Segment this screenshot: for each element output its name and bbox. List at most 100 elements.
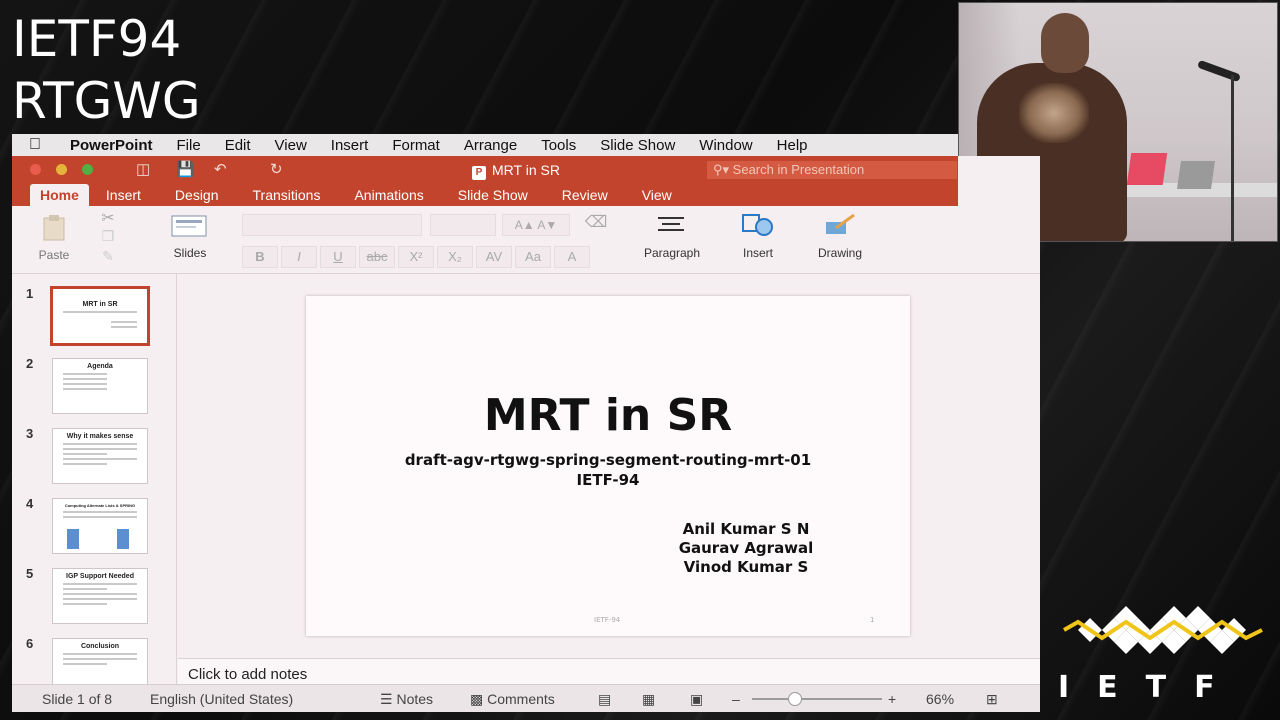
- tab-home[interactable]: Home: [30, 184, 89, 206]
- clear-formatting-icon[interactable]: ⌫: [580, 212, 612, 232]
- bold-button[interactable]: B: [242, 246, 278, 268]
- zoom-out-button[interactable]: –: [732, 691, 740, 707]
- slide-thumbnail[interactable]: 6 Conclusion: [12, 636, 176, 684]
- thumbnail-text-line: [63, 373, 107, 375]
- notes-icon: ☰: [380, 691, 393, 707]
- slide-subtitle[interactable]: draft-agv-rtgwg-spring-segment-routing-m…: [306, 451, 910, 469]
- slide-thumbnail[interactable]: 2 Agenda: [12, 356, 176, 422]
- maximize-window-button[interactable]: [82, 164, 93, 175]
- insert-button[interactable]: Insert: [730, 212, 786, 260]
- format-painter-icon[interactable]: ✎: [96, 248, 120, 265]
- slide-event[interactable]: IETF-94: [306, 471, 910, 489]
- shapes-icon: [742, 214, 773, 236]
- slide-counter: Slide 1 of 8: [42, 691, 113, 707]
- thumbnail-text-line: [63, 388, 107, 390]
- undo-icon[interactable]: ↶: [214, 160, 227, 178]
- slide-thumbnail[interactable]: 4 Computing Alternate Lists & SPRING: [12, 496, 176, 562]
- menu-edit[interactable]: Edit: [213, 137, 263, 154]
- language-indicator[interactable]: English (United States): [150, 691, 293, 707]
- tab-design[interactable]: Design: [158, 184, 236, 206]
- change-case-button[interactable]: Aa: [515, 246, 551, 268]
- paste-label: Paste: [38, 248, 70, 262]
- thumbnail-text-line: [63, 458, 137, 460]
- cut-icon[interactable]: ✂: [96, 208, 120, 228]
- strikethrough-button[interactable]: abc: [359, 246, 395, 268]
- slide-preview[interactable]: Computing Alternate Lists & SPRING: [52, 498, 148, 554]
- slide-number: 4: [26, 496, 34, 511]
- paragraph-button[interactable]: Paragraph: [634, 214, 710, 260]
- slide-editing-area[interactable]: MRT in SR draft-agv-rtgwg-spring-segment…: [178, 274, 1040, 658]
- font-size-select[interactable]: [430, 214, 496, 236]
- copy-icon[interactable]: ❐: [96, 228, 120, 245]
- save-icon[interactable]: 💾: [176, 160, 195, 178]
- zoom-slider[interactable]: [752, 698, 882, 700]
- menu-powerpoint[interactable]: PowerPoint: [58, 137, 165, 154]
- session-title-overlay: IETF94 RTGWG: [12, 8, 201, 132]
- drawing-button[interactable]: Drawing: [806, 212, 874, 260]
- tab-slide-show[interactable]: Slide Show: [441, 184, 545, 206]
- thumbnail-title: IGP Support Needed: [66, 573, 134, 580]
- menu-slide-show[interactable]: Slide Show: [588, 137, 687, 154]
- close-window-button[interactable]: [30, 164, 41, 175]
- normal-view-icon[interactable]: ▤: [598, 691, 611, 708]
- menu-window[interactable]: Window: [687, 137, 764, 154]
- tab-review[interactable]: Review: [545, 184, 625, 206]
- slide-thumbnail[interactable]: 5 IGP Support Needed: [12, 566, 176, 632]
- menu-format[interactable]: Format: [380, 137, 452, 154]
- paste-button[interactable]: Paste: [32, 214, 76, 262]
- slide-preview[interactable]: Why it makes sense: [52, 428, 148, 484]
- font-name-select[interactable]: [242, 214, 422, 236]
- menu-arrange[interactable]: Arrange: [452, 137, 529, 154]
- tab-insert[interactable]: Insert: [89, 184, 158, 206]
- slide-number: 5: [26, 566, 34, 581]
- video-speaker-head: [1041, 13, 1089, 73]
- slide-preview[interactable]: Conclusion: [52, 638, 148, 684]
- minimize-window-button[interactable]: [56, 164, 67, 175]
- menu-view[interactable]: View: [263, 137, 319, 154]
- reading-view-icon[interactable]: ▣: [690, 691, 703, 708]
- slide-thumbnail[interactable]: 3 Why it makes sense: [12, 426, 176, 492]
- font-size-adjust[interactable]: A▲ A▼: [502, 214, 570, 236]
- tab-view[interactable]: View: [625, 184, 689, 206]
- slide-thumbnail-pane[interactable]: 1 MRT in SR 2 Agenda 3 Why it makes sens…: [12, 274, 177, 684]
- zoom-slider-handle[interactable]: [788, 692, 802, 706]
- tab-transitions[interactable]: Transitions: [236, 184, 338, 206]
- slides-button[interactable]: Slides: [162, 214, 218, 260]
- slide-sorter-view-icon[interactable]: ▦: [642, 691, 655, 708]
- tab-animations[interactable]: Animations: [337, 184, 440, 206]
- slide-preview-selected[interactable]: MRT in SR: [50, 286, 150, 346]
- slide-preview[interactable]: IGP Support Needed: [52, 568, 148, 624]
- menu-insert[interactable]: Insert: [319, 137, 381, 154]
- slide-thumbnail[interactable]: 1 MRT in SR: [12, 286, 176, 352]
- slide-sorter-icon[interactable]: ◫: [136, 160, 150, 178]
- redo-icon[interactable]: ↻: [270, 160, 283, 178]
- character-spacing-button[interactable]: AV: [476, 246, 512, 268]
- apple-icon[interactable]: : [12, 136, 58, 154]
- font-color-button[interactable]: A: [554, 246, 590, 268]
- menu-help[interactable]: Help: [765, 137, 820, 154]
- superscript-button[interactable]: X²: [398, 246, 434, 268]
- slide-preview[interactable]: Agenda: [52, 358, 148, 414]
- slide-authors[interactable]: Anil Kumar S N Gaurav Agrawal Vinod Kuma…: [666, 520, 826, 577]
- slide-number: 6: [26, 636, 34, 651]
- notes-field[interactable]: Click to add notes: [178, 658, 1040, 684]
- fit-to-window-icon[interactable]: ⊞: [986, 691, 998, 708]
- thumbnail-text-line: [63, 663, 107, 665]
- current-slide[interactable]: MRT in SR draft-agv-rtgwg-spring-segment…: [306, 296, 910, 636]
- subscript-button[interactable]: X₂: [437, 246, 473, 268]
- menu-tools[interactable]: Tools: [529, 137, 588, 154]
- zoom-in-button[interactable]: +: [888, 691, 896, 707]
- thumbnail-text-line: [63, 463, 107, 465]
- notes-toggle[interactable]: ☰ Notes: [380, 691, 433, 708]
- slide-footer: IETF-94: [594, 616, 621, 624]
- slide-title[interactable]: MRT in SR: [306, 390, 910, 441]
- italic-button[interactable]: I: [281, 246, 317, 268]
- thumbnail-text-line: [63, 443, 137, 445]
- notes-placeholder: Click to add notes: [188, 666, 308, 683]
- menu-file[interactable]: File: [165, 137, 213, 154]
- comments-toggle[interactable]: ▩ Comments: [470, 691, 555, 708]
- underline-button[interactable]: U: [320, 246, 356, 268]
- search-input[interactable]: ⚲▾ Search in Presentation: [707, 161, 957, 179]
- notes-toggle-label: Notes: [396, 691, 434, 707]
- zoom-level[interactable]: 66%: [926, 691, 954, 707]
